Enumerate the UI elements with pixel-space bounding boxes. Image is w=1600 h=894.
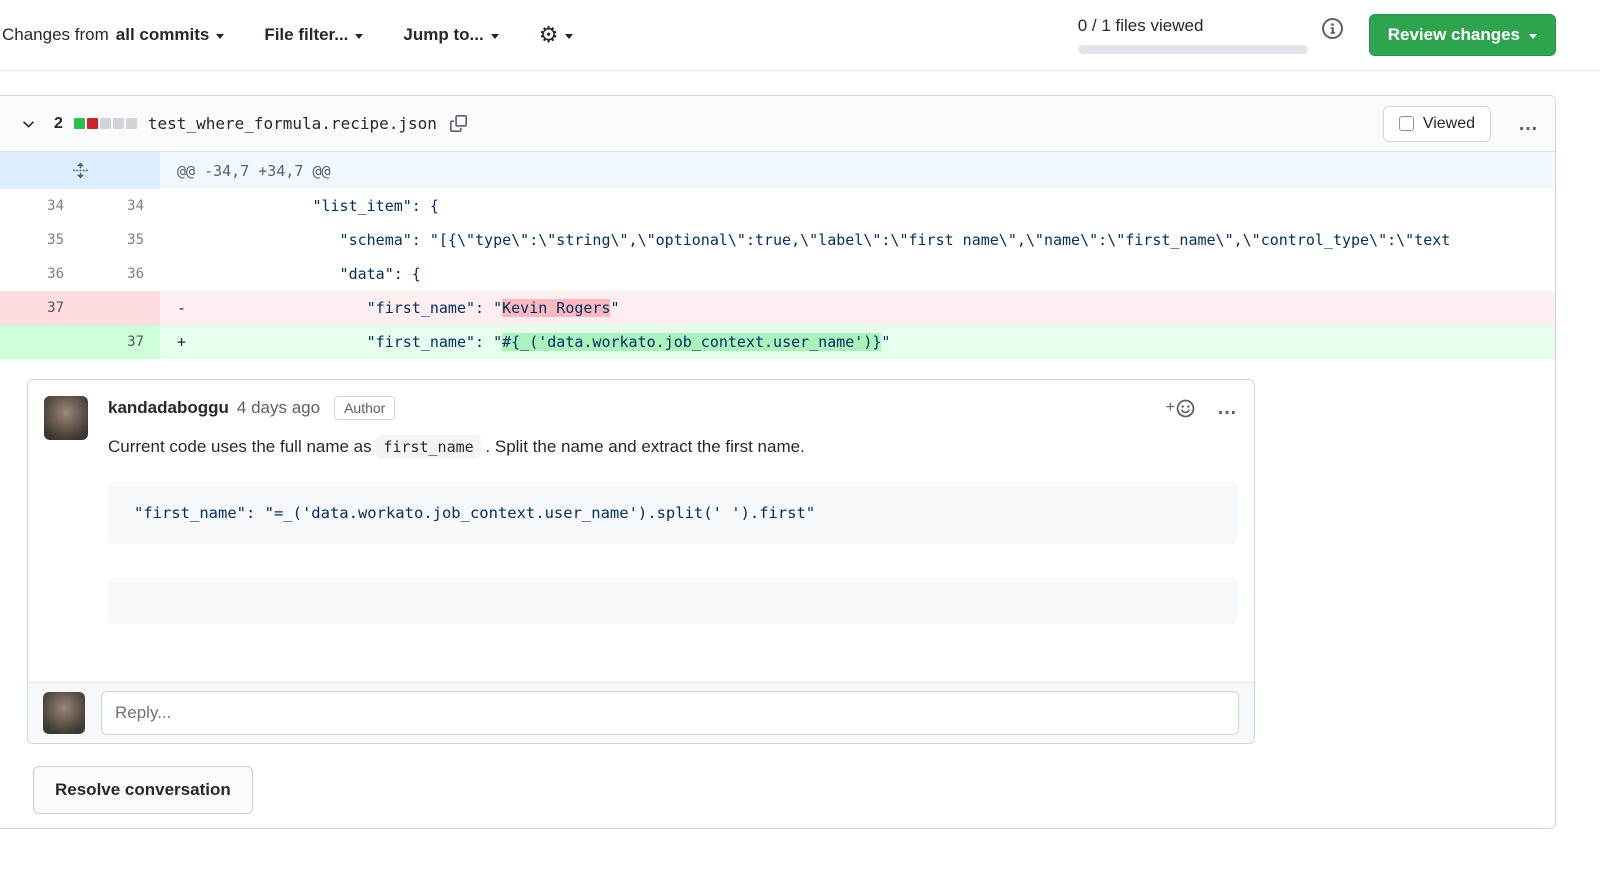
changed-word-highlight: Kevin Rogers xyxy=(502,299,610,317)
diff-settings-dropdown[interactable]: ⚙ xyxy=(539,24,574,46)
kebab-icon[interactable]: … xyxy=(1217,398,1238,418)
collapse-file-button[interactable] xyxy=(16,111,41,136)
jump-to-dropdown[interactable]: Jump to... xyxy=(403,25,498,45)
old-line-number[interactable] xyxy=(0,325,80,359)
diff-view: @@ -34,7 +34,7 @@ 3434 "list_item": {353… xyxy=(0,152,1555,359)
diff-line-content: "data": { xyxy=(160,257,1555,291)
files-viewed-progress: 0 / 1 files viewed xyxy=(1078,16,1308,54)
resolve-conversation-button[interactable]: Resolve conversation xyxy=(33,766,253,814)
diff-line-content: - "first_name": "Kevin Rogers" xyxy=(160,291,1555,325)
comment-timestamp[interactable]: 4 days ago xyxy=(237,398,320,418)
add-reaction-button[interactable]: + xyxy=(1166,399,1195,418)
caret-down-icon xyxy=(1529,34,1537,39)
new-line-number[interactable]: 34 xyxy=(80,189,160,223)
plus-icon: + xyxy=(1166,399,1175,417)
comment-text: . Split the name and extract the first n… xyxy=(481,437,805,456)
copy-icon[interactable] xyxy=(450,115,467,132)
empty-code-block xyxy=(108,578,1238,624)
diff-square xyxy=(113,118,124,129)
diff-line-content: + "first_name": "#{_('data.workato.job_c… xyxy=(160,325,1555,359)
avatar[interactable] xyxy=(44,396,88,440)
kebab-icon[interactable]: … xyxy=(1518,114,1539,134)
gear-icon: ⚙ xyxy=(539,24,559,46)
review-thread-section: kandadaboggu 4 days ago Author + … Curre… xyxy=(0,359,1555,828)
viewed-label: Viewed xyxy=(1423,115,1475,133)
hunk-header: @@ -34,7 +34,7 @@ xyxy=(160,152,1555,189)
changes-from-label: Changes from xyxy=(2,25,109,45)
caret-down-icon xyxy=(355,34,363,39)
file-filter-dropdown[interactable]: File filter... xyxy=(264,25,363,45)
hunk-row: @@ -34,7 +34,7 @@ xyxy=(0,152,1555,189)
comment: kandadaboggu 4 days ago Author + … Curre… xyxy=(28,380,1254,682)
comment-header: kandadaboggu 4 days ago Author + … xyxy=(108,396,1238,420)
unfold-icon xyxy=(72,162,89,179)
review-changes-button[interactable]: Review changes xyxy=(1369,14,1556,56)
avatar[interactable] xyxy=(43,692,85,734)
diff-square xyxy=(126,118,137,129)
diff-row: 37 - "first_name": "Kevin Rogers" xyxy=(0,291,1555,325)
diff-rows: 3434 "list_item": {3535 "schema": "[{\"t… xyxy=(0,189,1555,359)
reply-input[interactable] xyxy=(101,691,1239,735)
diff-square xyxy=(74,118,85,129)
viewed-checkbox[interactable] xyxy=(1399,116,1414,131)
diff-row: 3434 "list_item": { xyxy=(0,189,1555,223)
comment-controls: + … xyxy=(1166,398,1238,418)
caret-down-icon xyxy=(216,34,224,39)
toolbar-right: 0 / 1 files viewed Review changes xyxy=(1078,14,1556,56)
caret-down-icon xyxy=(565,34,573,39)
caret-down-icon xyxy=(491,34,499,39)
reply-section xyxy=(28,682,1254,743)
changed-word-highlight: #{_('data.workato.job_context.user_name'… xyxy=(502,333,881,351)
file-header: 2 test_where_formula.recipe.json Viewed … xyxy=(0,96,1555,152)
pr-files-toolbar: Changes from all commits File filter... … xyxy=(0,0,1600,71)
diff-row: 3535 "schema": "[{\"type\":\"string\",\"… xyxy=(0,223,1555,257)
expand-diff-button[interactable] xyxy=(0,152,160,189)
info-icon[interactable] xyxy=(1322,18,1343,39)
file-diff-card: 2 test_where_formula.recipe.json Viewed … xyxy=(0,95,1556,829)
inline-code: first_name xyxy=(376,435,480,459)
comment-main: kandadaboggu 4 days ago Author + … Curre… xyxy=(108,396,1238,666)
diff-line-content: "schema": "[{\"type\":\"string\",\"optio… xyxy=(160,223,1555,257)
changes-from-dropdown[interactable]: Changes from all commits xyxy=(2,25,224,45)
diff-square xyxy=(87,118,98,129)
author-badge: Author xyxy=(334,396,395,420)
diff-stat-squares xyxy=(74,118,137,129)
diff-row: 37+ "first_name": "#{_('data.workato.job… xyxy=(0,325,1555,359)
review-changes-label: Review changes xyxy=(1388,25,1520,45)
new-line-number[interactable]: 37 xyxy=(80,325,160,359)
smiley-icon xyxy=(1176,399,1195,418)
new-line-number[interactable]: 36 xyxy=(80,257,160,291)
changes-from-value: all commits xyxy=(116,25,210,45)
changed-lines-count: 2 xyxy=(54,115,63,133)
file-filter-label: File filter... xyxy=(264,25,348,45)
diff-line-content: "list_item": { xyxy=(160,189,1555,223)
new-line-number[interactable] xyxy=(80,291,160,325)
comment-body: Current code uses the full name as first… xyxy=(108,434,1238,460)
old-line-number[interactable]: 35 xyxy=(0,223,80,257)
old-line-number[interactable]: 34 xyxy=(0,189,80,223)
file-name-link[interactable]: test_where_formula.recipe.json xyxy=(148,114,437,133)
comment-code-block: "first_name": "=_('data.workato.job_cont… xyxy=(108,482,1238,544)
files-viewed-progressbar xyxy=(1078,45,1308,54)
old-line-number[interactable]: 36 xyxy=(0,257,80,291)
comment-thread: kandadaboggu 4 days ago Author + … Curre… xyxy=(27,379,1255,744)
comment-author-link[interactable]: kandadaboggu xyxy=(108,398,229,418)
comment-text: Current code uses the full name as xyxy=(108,437,376,456)
jump-to-label: Jump to... xyxy=(403,25,483,45)
viewed-toggle[interactable]: Viewed xyxy=(1383,106,1491,142)
old-line-number[interactable]: 37 xyxy=(0,291,80,325)
diff-row: 3636 "data": { xyxy=(0,257,1555,291)
diff-square xyxy=(100,118,111,129)
files-viewed-text: 0 / 1 files viewed xyxy=(1078,16,1308,36)
new-line-number[interactable]: 35 xyxy=(80,223,160,257)
